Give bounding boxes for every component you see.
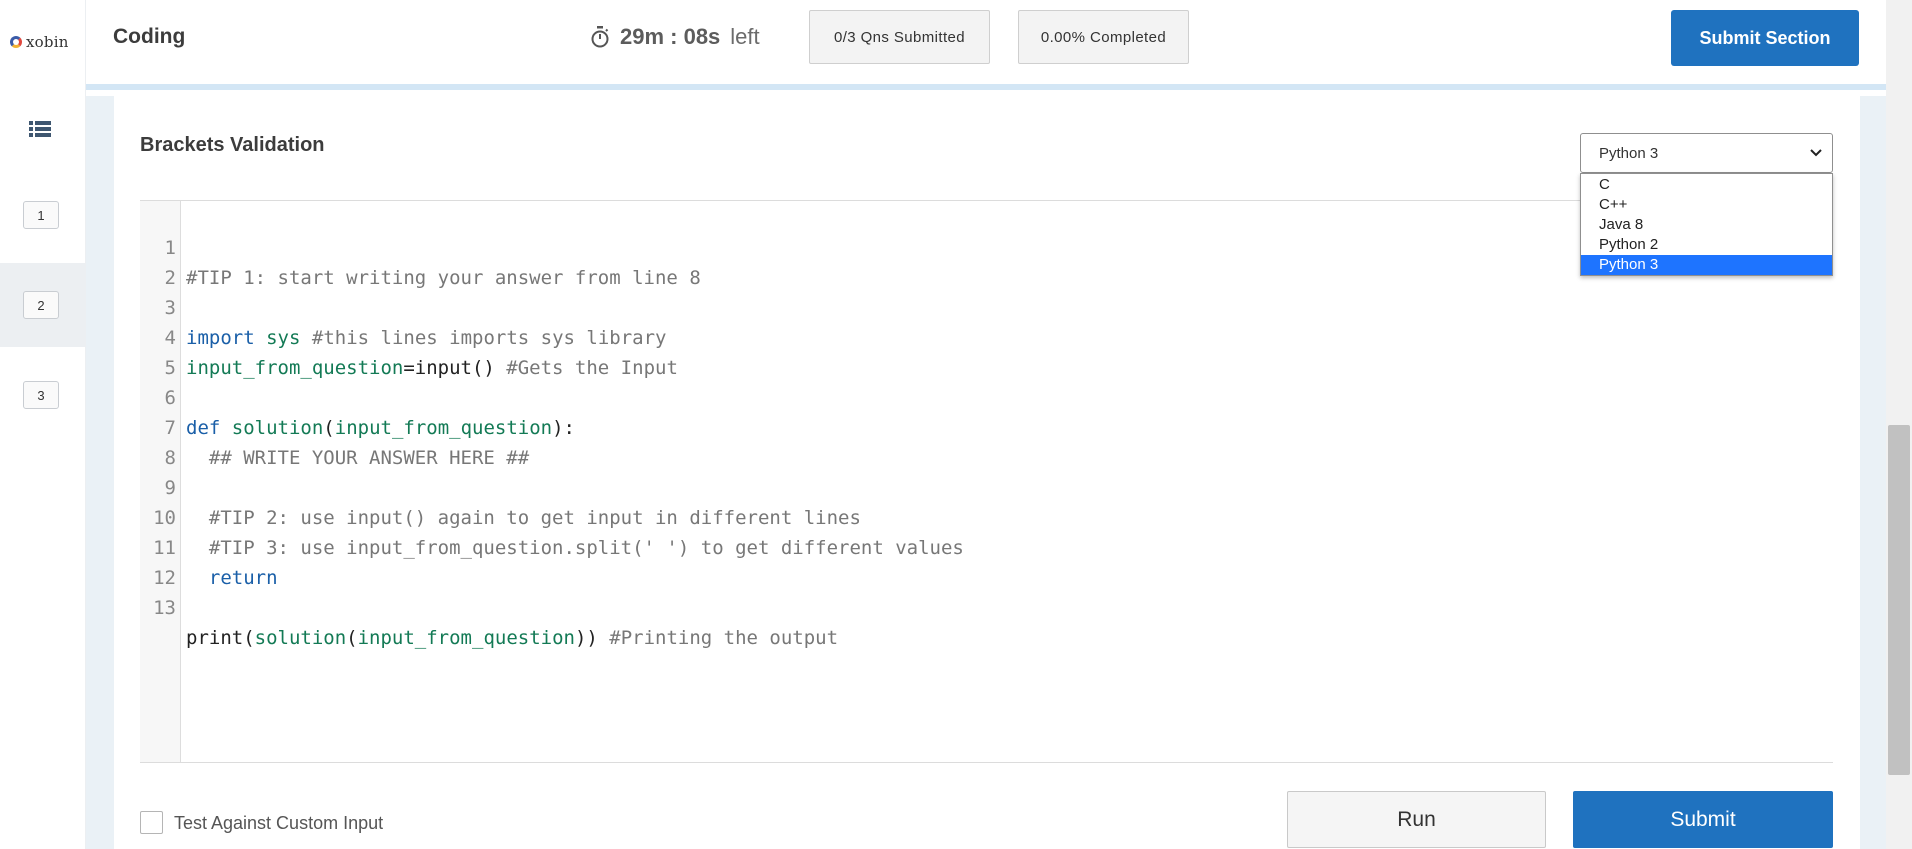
question-nav-3[interactable]: 3 (23, 381, 59, 409)
code-editor[interactable]: 1 #TIP 1: start writing your answer from… (140, 200, 1833, 763)
code-text: #TIP 2: use input() again to get input i… (186, 507, 861, 529)
code-line: 12 (140, 533, 186, 589)
code-line: 11 return (140, 503, 277, 589)
top-header: Coding 29m : 08s left 0/3 Qns Submitted … (86, 0, 1886, 90)
timer-value: 29m : 08s (620, 24, 721, 49)
submitted-count-badge: 0/3 Qns Submitted (809, 10, 990, 64)
timer: 29m : 08s left (590, 24, 760, 50)
submit-button[interactable]: Submit (1573, 791, 1833, 848)
chevron-down-icon (1810, 149, 1822, 157)
code-line: 1 #TIP 1: start writing your answer from… (140, 203, 701, 289)
code-line: 4 input_from_question=input() #Gets the … (140, 293, 678, 379)
language-option-c[interactable]: C (1581, 175, 1832, 195)
question-nav-1[interactable]: 1 (23, 201, 59, 229)
question-sidebar: xobin 1 2 3 (0, 0, 86, 849)
language-dropdown-list: C C++ Java 8 Python 2 Python 3 (1580, 173, 1833, 276)
code-line: 2 (140, 233, 186, 289)
code-text: import sys #this lines imports sys libra… (186, 327, 667, 349)
question-nav-row-1: 1 (0, 173, 86, 257)
list-icon[interactable] (29, 119, 51, 139)
language-option-cpp[interactable]: C++ (1581, 195, 1832, 215)
timer-suffix: left (730, 24, 760, 49)
submit-section-button[interactable]: Submit Section (1671, 10, 1859, 66)
question-nav-row-2: 2 (0, 263, 86, 347)
logo-text: xobin (26, 33, 69, 51)
stopwatch-icon (591, 26, 609, 48)
language-option-python2[interactable]: Python 2 (1581, 235, 1832, 255)
code-line: 6 def solution(input_from_question): (140, 353, 575, 439)
code-line: 8 (140, 413, 186, 469)
code-text: #TIP 1: start writing your answer from l… (186, 267, 701, 289)
run-button[interactable]: Run (1287, 791, 1546, 848)
code-text: def solution(input_from_question): (186, 417, 575, 439)
code-text: return (186, 567, 278, 589)
question-nav-row-3: 3 (0, 353, 86, 437)
question-title: Brackets Validation (140, 134, 325, 156)
language-select[interactable]: Python 3 (1580, 133, 1833, 173)
language-option-java8[interactable]: Java 8 (1581, 215, 1832, 235)
code-line: 9 #TIP 2: use input() again to get input… (140, 443, 861, 529)
page-scrollbar-thumb[interactable] (1888, 425, 1910, 775)
completion-badge: 0.00% Completed (1018, 10, 1189, 64)
code-line: 7 ## WRITE YOUR ANSWER HERE ## (140, 383, 530, 469)
language-select-value: Python 3 (1599, 144, 1659, 162)
code-text: print(solution(input_from_question)) #Pr… (186, 627, 839, 649)
custom-input-checkbox[interactable] (140, 811, 163, 834)
xobin-logo: xobin (10, 32, 69, 52)
code-line: 5 (140, 323, 186, 379)
code-text: #TIP 3: use input_from_question.split(' … (186, 537, 964, 559)
question-nav-2[interactable]: 2 (23, 291, 59, 319)
language-option-python3[interactable]: Python 3 (1581, 255, 1832, 275)
code-text: input_from_question=input() #Gets the In… (186, 357, 678, 379)
code-line: 13 print(solution(input_from_question)) … (140, 563, 838, 649)
line-number: 13 (153, 597, 176, 619)
logo-icon (10, 36, 22, 48)
code-line: 10 #TIP 3: use input_from_question.split… (140, 473, 964, 559)
section-title: Coding (113, 25, 186, 48)
code-text: ## WRITE YOUR ANSWER HERE ## (186, 447, 530, 469)
custom-input-label: Test Against Custom Input (174, 813, 384, 833)
code-line: 3 import sys #this lines imports sys lib… (140, 263, 667, 349)
